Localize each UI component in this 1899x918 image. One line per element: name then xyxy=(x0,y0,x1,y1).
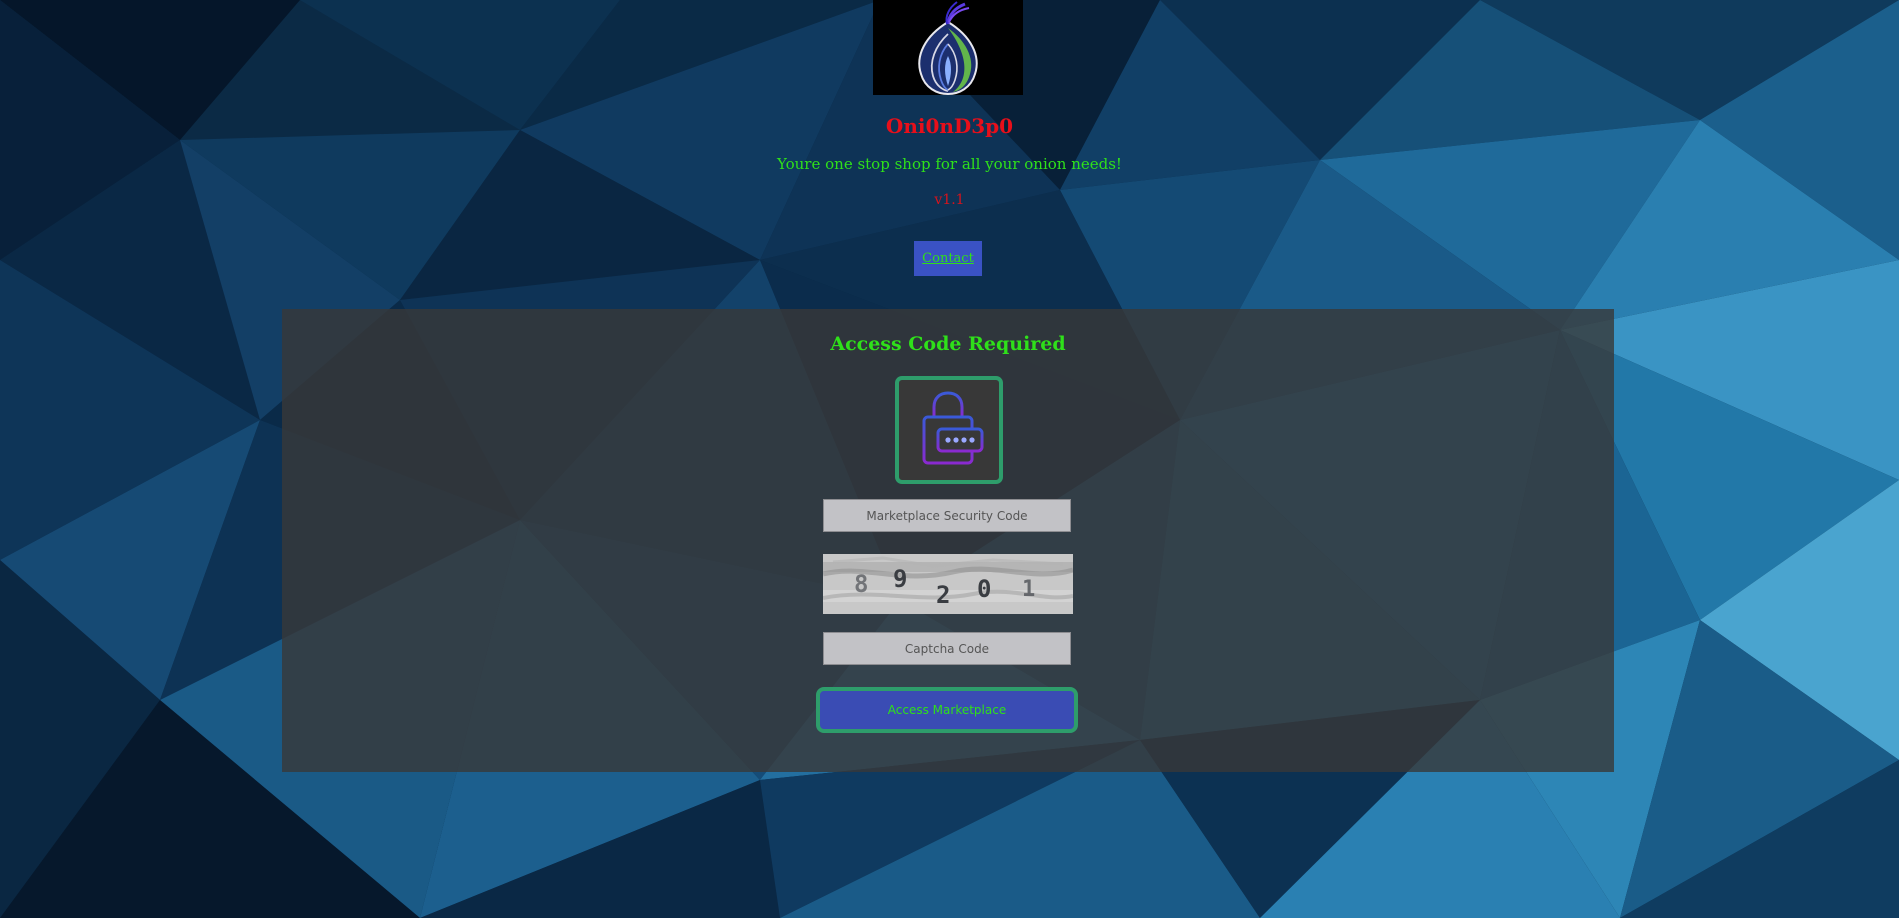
version-label: v1.1 xyxy=(934,192,965,208)
captcha-digit: 2 xyxy=(936,581,950,609)
site-title: Oni0nD3p0 xyxy=(885,114,1014,138)
captcha-digit: 8 xyxy=(854,570,868,598)
panel-title: Access Code Required xyxy=(830,333,1066,355)
padlock-password-icon xyxy=(920,391,984,465)
lock-icon-frame xyxy=(895,376,1003,484)
access-code-panel: Access Code Required Marketplace Securit… xyxy=(282,309,1614,772)
contact-link-button[interactable]: Contact xyxy=(914,241,982,276)
onion-logo xyxy=(873,0,1023,95)
captcha-digit: 9 xyxy=(893,565,907,593)
onion-logo-icon xyxy=(918,1,978,95)
access-marketplace-button[interactable]: Access Marketplace xyxy=(816,687,1078,733)
site-tagline: Youre one stop shop for all your onion n… xyxy=(777,155,1122,173)
captcha-digit: 0 xyxy=(977,575,991,603)
captcha-image: 8 9 2 0 1 xyxy=(823,554,1073,614)
captcha-digit: 1 xyxy=(1022,577,1035,602)
security-code-input[interactable] xyxy=(823,499,1071,532)
captcha-code-input[interactable] xyxy=(823,632,1071,665)
